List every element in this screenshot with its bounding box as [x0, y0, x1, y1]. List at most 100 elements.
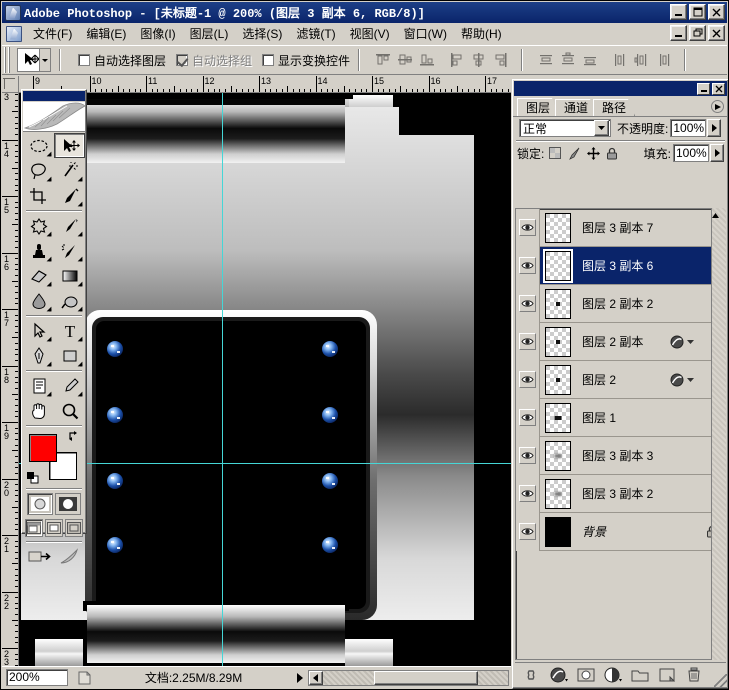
eye-icon[interactable] [519, 333, 536, 350]
opacity-spinner[interactable] [707, 119, 722, 137]
layer-row[interactable]: 图层 2 副本 2 [516, 284, 725, 323]
palette-close-button[interactable] [712, 82, 725, 95]
tab-paths[interactable]: 路径 [593, 99, 635, 116]
palette-minimize-button[interactable] [697, 82, 710, 95]
layer-visibility-cell[interactable] [516, 246, 540, 285]
layer-thumbnail-cell[interactable] [540, 364, 576, 395]
options-bar-gripper[interactable] [4, 47, 13, 73]
layer-row[interactable]: 图层 3 副本 3 [516, 436, 725, 475]
vertical-ruler[interactable]: 1 3 1 4 1 5 1 6 1 7 1 8 1 9 2 0 2 1 2 2 2 3 [2, 93, 19, 666]
lock-transparency-icon[interactable] [547, 145, 563, 161]
layer-row[interactable]: 图层 1 [516, 398, 725, 437]
align-right-edges-button[interactable] [491, 50, 511, 70]
menu-layer[interactable]: 图层(L) [183, 22, 236, 45]
fill-input[interactable]: 100% [673, 144, 709, 162]
distribute-vertical-centers-button[interactable] [558, 50, 578, 70]
photoshop-logo-button[interactable] [55, 546, 82, 568]
menu-select[interactable]: 选择(S) [235, 22, 289, 45]
tool-flyout-arrow[interactable] [77, 336, 83, 342]
layer-thumbnail-cell[interactable] [540, 440, 576, 471]
tool-flyout-arrow[interactable] [46, 151, 52, 157]
auto-select-group-checkbox[interactable]: 自动选择组 [176, 52, 252, 69]
eye-icon[interactable] [519, 295, 536, 312]
layer-row[interactable]: 背景 [516, 512, 725, 551]
horizontal-ruler[interactable]: 9 10 11 12 13 14 15 16 17 [19, 76, 511, 93]
tool-flyout-arrow[interactable] [77, 176, 83, 182]
tool-flyout-arrow[interactable] [77, 231, 83, 237]
distribute-horizontal-centers-button[interactable] [632, 50, 652, 70]
clone-stamp-tool[interactable] [23, 238, 54, 263]
tab-layers[interactable]: 图层 [517, 98, 559, 116]
layer-thumbnail[interactable] [545, 364, 571, 395]
close-button[interactable] [708, 4, 725, 20]
history-brush-tool[interactable] [54, 238, 85, 263]
layer-thumbnail-cell[interactable] [540, 212, 576, 243]
foreground-color-swatch[interactable] [29, 434, 57, 462]
show-transform-controls-checkbox[interactable]: 显示变换控件 [262, 52, 350, 69]
default-colors-icon[interactable] [27, 472, 39, 484]
checkbox-box[interactable] [262, 54, 275, 66]
layer-thumbnail-cell[interactable] [540, 326, 576, 357]
tool-flyout-arrow[interactable] [46, 176, 52, 182]
layer-name[interactable]: 图层 3 副本 2 [576, 485, 673, 502]
quick-mask-mode-button[interactable] [55, 493, 81, 515]
scroll-track-right[interactable] [478, 670, 508, 685]
adjustment-layer-icon[interactable] [604, 666, 622, 684]
lock-all-icon[interactable] [604, 145, 620, 161]
menu-view[interactable]: 视图(V) [343, 22, 397, 45]
tool-flyout-arrow[interactable] [46, 231, 52, 237]
document-icon[interactable] [6, 25, 22, 42]
notes-tool[interactable] [23, 373, 54, 398]
layer-thumbnail[interactable] [545, 516, 571, 547]
shape-tool[interactable] [54, 343, 85, 368]
doc-restore-button[interactable] [689, 25, 706, 41]
distribute-bottom-edges-button[interactable] [580, 50, 600, 70]
eye-icon[interactable] [519, 447, 536, 464]
eraser-tool[interactable] [23, 263, 54, 288]
standard-mask-mode-button[interactable] [27, 493, 53, 515]
path-selection-tool[interactable] [23, 318, 54, 343]
layer-thumbnail[interactable] [545, 402, 571, 433]
align-bottom-edges-button[interactable] [417, 50, 437, 70]
checkbox-box[interactable] [176, 54, 189, 66]
blend-mode-dropdown-arrow[interactable] [594, 120, 609, 136]
layer-thumbnail-cell[interactable] [540, 248, 576, 283]
eye-icon[interactable] [519, 485, 536, 502]
eye-icon[interactable] [519, 371, 536, 388]
eyedropper-tool[interactable] [54, 373, 85, 398]
distribute-right-edges-button[interactable] [654, 50, 674, 70]
tool-flyout-arrow[interactable] [46, 361, 52, 367]
pen-tool[interactable] [23, 343, 54, 368]
healing-brush-tool[interactable] [23, 213, 54, 238]
vertical-guide[interactable] [222, 93, 223, 666]
eye-icon[interactable] [519, 257, 536, 274]
document-sizes-icon[interactable] [74, 669, 94, 686]
distribute-top-edges-button[interactable] [536, 50, 556, 70]
menu-help[interactable]: 帮助(H) [454, 22, 509, 45]
palette-title-bar[interactable] [514, 81, 727, 96]
layers-scrollbar[interactable] [711, 208, 726, 660]
eye-icon[interactable] [519, 409, 536, 426]
checkbox-box[interactable] [78, 54, 90, 66]
layer-visibility-cell[interactable] [516, 512, 540, 551]
doc-minimize-button[interactable] [670, 25, 687, 41]
layer-name[interactable]: 图层 3 副本 6 [576, 257, 673, 274]
type-tool[interactable]: T [54, 318, 85, 343]
layer-thumbnail-cell[interactable] [540, 402, 576, 433]
zoom-level-input[interactable]: 200% [6, 669, 68, 686]
gradient-tool[interactable] [54, 263, 85, 288]
palette-resize-grip[interactable] [714, 674, 727, 687]
eye-icon[interactable] [519, 219, 536, 236]
marquee-tool[interactable] [23, 133, 54, 158]
lock-position-icon[interactable] [585, 145, 601, 161]
auto-select-layer-checkbox[interactable]: 自动选择图层 [78, 52, 166, 69]
layer-row[interactable]: 图层 3 副本 6 [516, 246, 725, 285]
menu-file[interactable]: 文件(F) [26, 22, 79, 45]
fill-spinner[interactable] [710, 144, 724, 162]
palette-menu-icon[interactable] [711, 100, 724, 113]
layer-visibility-cell[interactable] [516, 284, 540, 323]
tool-flyout-arrow[interactable] [77, 256, 83, 262]
align-vertical-centers-button[interactable] [395, 50, 415, 70]
layer-thumbnail[interactable] [545, 326, 571, 357]
layer-name[interactable]: 图层 2 副本 [576, 333, 665, 350]
